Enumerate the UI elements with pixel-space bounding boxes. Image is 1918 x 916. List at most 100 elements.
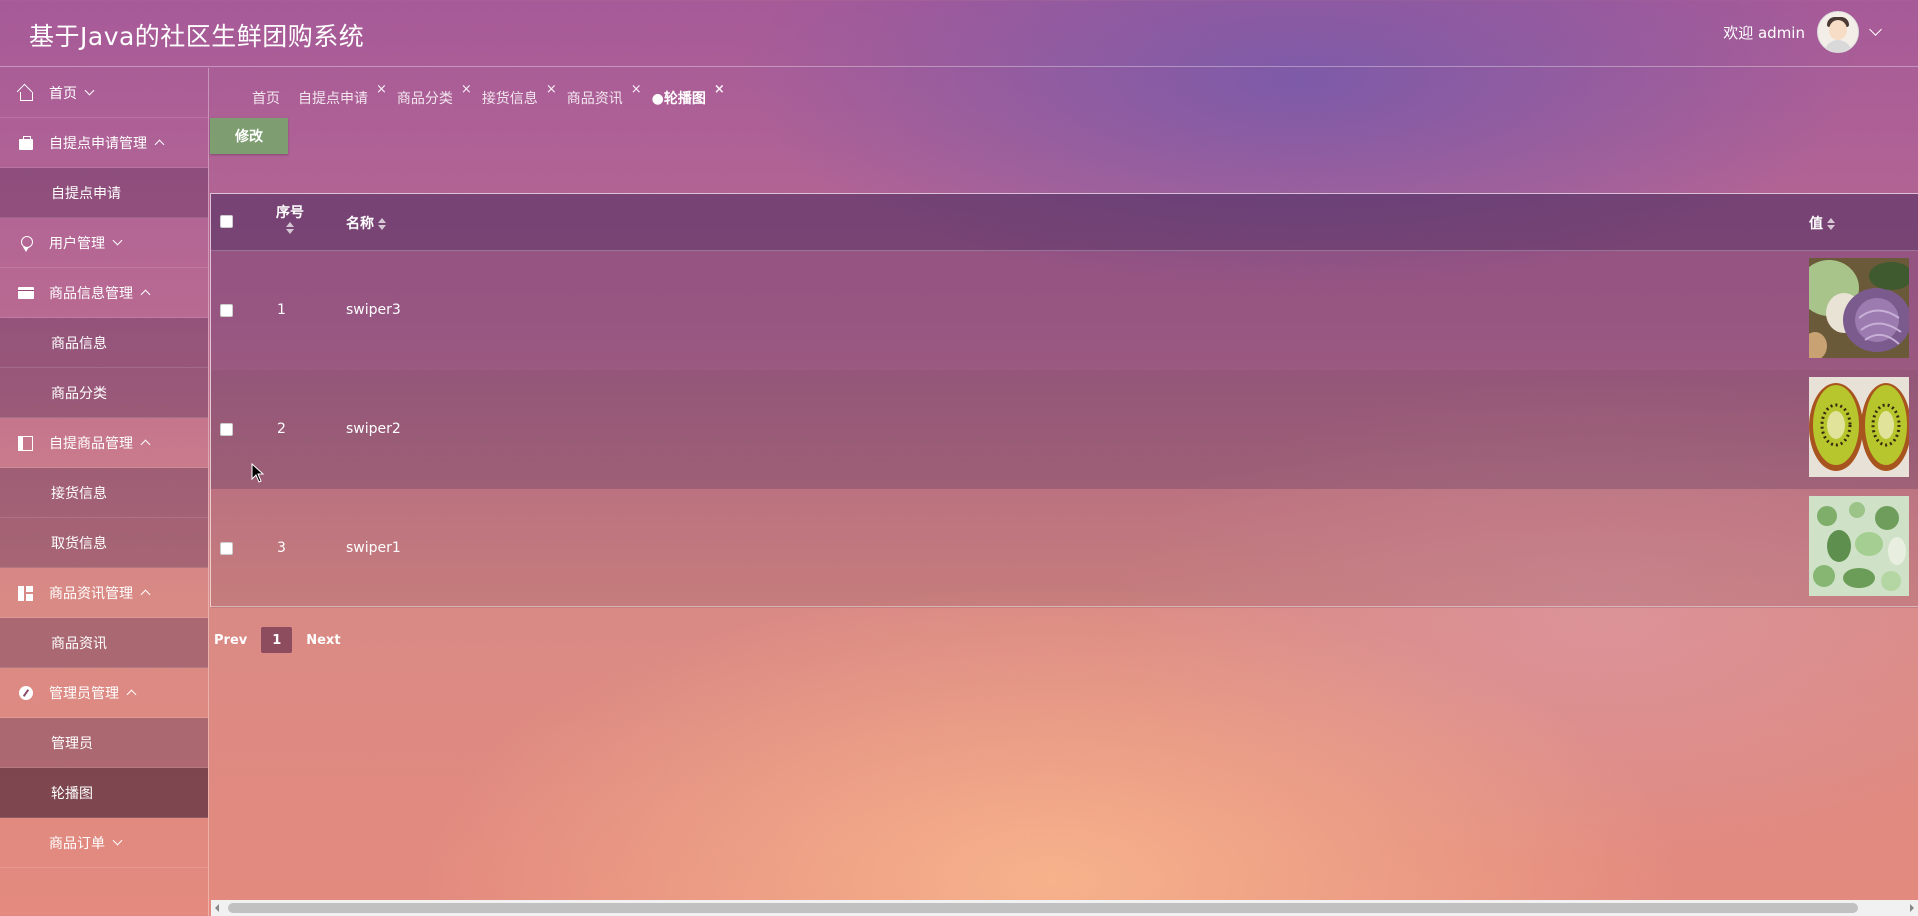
column-header-value[interactable]: 值 [1809, 213, 1835, 233]
sidebar-item-news[interactable]: 商品资讯 [0, 618, 208, 668]
row-checkbox[interactable] [220, 542, 233, 555]
sidebar-item-user-mgmt[interactable]: 用户管理 [0, 218, 208, 268]
column-header-label: 值 [1809, 216, 1823, 232]
welcome-text: 欢迎 admin [1723, 23, 1805, 42]
tab-bar: 首页 自提点申请 × 商品分类 × 接货信息 × 商品资讯 × ●轮播图 × [252, 82, 735, 107]
sidebar-item-admin-mgmt[interactable]: 管理员管理 [0, 668, 208, 718]
chevron-down-icon [112, 235, 123, 246]
app-title: 基于Java的社区生鲜团购系统 [29, 22, 365, 51]
column-header-label: 序号 [276, 205, 304, 221]
page-number-button[interactable]: 1 [261, 627, 293, 653]
tab-label: 接货信息 [481, 91, 538, 107]
prev-page-button[interactable]: Prev [214, 633, 247, 648]
scroll-left-icon[interactable] [215, 904, 219, 912]
home-icon [16, 83, 34, 101]
sidebar-item-carousel[interactable]: 轮播图 [0, 768, 208, 818]
tab-receive-info[interactable]: 接货信息 × [481, 82, 567, 107]
column-header-seq[interactable]: 序号 [276, 202, 304, 234]
chevron-up-icon [140, 589, 151, 599]
table-row[interactable]: 1 swiper3 [211, 251, 1918, 370]
sidebar-item-label: 商品信息管理 [49, 285, 133, 302]
sidebar-item-pickup-goods-mgmt[interactable]: 自提商品管理 [0, 418, 208, 468]
sidebar-item-goods-mgmt[interactable]: 商品信息管理 [0, 268, 208, 318]
sort-icon[interactable] [378, 218, 386, 230]
layout-icon [18, 435, 34, 451]
table-header: 序号 名称 值 [211, 194, 1918, 251]
row-checkbox[interactable] [220, 304, 233, 317]
compass-icon [18, 685, 34, 701]
edit-button[interactable]: 修改 [210, 118, 288, 154]
sidebar-item-pickup-info[interactable]: 取货信息 [0, 518, 208, 568]
top-header: 基于Java的社区生鲜团购系统 欢迎 admin [0, 0, 1918, 67]
sidebar-item-label: 首页 [49, 85, 77, 102]
select-all-checkbox[interactable] [220, 215, 233, 228]
row-checkbox[interactable] [220, 423, 233, 436]
chevron-down-icon [84, 85, 95, 96]
chevron-down-icon[interactable] [1869, 23, 1882, 36]
column-header-label: 名称 [346, 216, 374, 232]
sidebar-item-pickup-apply[interactable]: 自提点申请 [0, 168, 208, 218]
kiwi-image[interactable] [1809, 377, 1909, 477]
sidebar-item-receive-info[interactable]: 接货信息 [0, 468, 208, 518]
sidebar: 首页 自提点申请管理 自提点申请 用户管理 商品信息管理 商品信息 商品分类 自… [0, 68, 209, 916]
tab-home[interactable]: 首页 [252, 86, 298, 107]
chevron-up-icon [154, 139, 165, 149]
tab-news[interactable]: 商品资讯 × [567, 82, 652, 107]
close-icon[interactable]: × [546, 82, 557, 97]
row-name: swiper3 [346, 302, 401, 318]
tab-pickup-apply[interactable]: 自提点申请 × [298, 82, 397, 107]
sidebar-item-label: 商品信息 [51, 335, 107, 352]
tab-carousel[interactable]: ●轮播图 × [651, 82, 735, 107]
tab-goods-category[interactable]: 商品分类 × [396, 82, 482, 107]
row-name: swiper1 [346, 540, 401, 556]
chevron-down-icon [112, 835, 123, 846]
sidebar-item-pickup-apply-mgmt[interactable]: 自提点申请管理 [0, 118, 208, 168]
sidebar-item-label: 管理员管理 [49, 685, 119, 702]
close-icon[interactable]: × [461, 82, 472, 97]
table-row[interactable]: 3 swiper1 [211, 489, 1918, 608]
row-index: 3 [277, 540, 286, 556]
chevron-up-icon [140, 289, 151, 299]
sidebar-item-label: 自提商品管理 [49, 435, 133, 452]
sidebar-item-orders[interactable]: 商品订单 [0, 818, 208, 868]
greens-image[interactable] [1809, 496, 1909, 596]
sidebar-item-label: 商品分类 [51, 385, 107, 402]
tab-label: 首页 [252, 91, 280, 107]
sidebar-item-admin[interactable]: 管理员 [0, 718, 208, 768]
row-name: swiper2 [346, 421, 401, 437]
next-page-button[interactable]: Next [306, 633, 340, 648]
tab-label: 自提点申请 [298, 91, 368, 107]
user-menu[interactable]: 欢迎 admin [1723, 10, 1882, 54]
sidebar-item-label: 自提点申请管理 [49, 135, 147, 152]
sidebar-item-label: 商品资讯管理 [49, 585, 133, 602]
horizontal-scrollbar[interactable] [211, 900, 1918, 916]
sidebar-item-label: 用户管理 [49, 235, 105, 252]
sidebar-item-label: 商品资讯 [51, 635, 107, 652]
sidebar-item-label: 管理员 [51, 735, 93, 752]
briefcase-icon [18, 135, 34, 151]
sidebar-item-news-mgmt[interactable]: 商品资讯管理 [0, 568, 208, 618]
pagination: Prev 1 Next [214, 627, 341, 653]
scrollbar-thumb[interactable] [228, 903, 1858, 913]
row-index: 2 [277, 421, 286, 437]
card-icon [18, 285, 34, 301]
sidebar-item-goods-info[interactable]: 商品信息 [0, 318, 208, 368]
column-header-name[interactable]: 名称 [346, 213, 386, 233]
close-icon[interactable]: × [714, 82, 725, 97]
scroll-right-icon[interactable] [1910, 904, 1914, 912]
sort-icon[interactable] [1827, 218, 1835, 230]
sort-icon[interactable] [286, 222, 294, 234]
chevron-up-icon [140, 439, 151, 449]
close-icon[interactable]: × [376, 82, 387, 97]
vegetables-image[interactable] [1809, 258, 1909, 358]
close-icon[interactable]: × [631, 82, 642, 97]
sidebar-item-goods-category[interactable]: 商品分类 [0, 368, 208, 418]
table-row[interactable]: 2 swiper2 [211, 370, 1918, 489]
tab-label: 商品分类 [396, 91, 453, 107]
dashboard-icon [18, 585, 34, 601]
sidebar-item-home[interactable]: 首页 [0, 68, 208, 118]
avatar[interactable] [1817, 11, 1859, 53]
tab-label: ●轮播图 [651, 91, 706, 107]
sidebar-item-label: 商品订单 [49, 835, 105, 852]
sidebar-item-label: 轮播图 [51, 785, 93, 802]
